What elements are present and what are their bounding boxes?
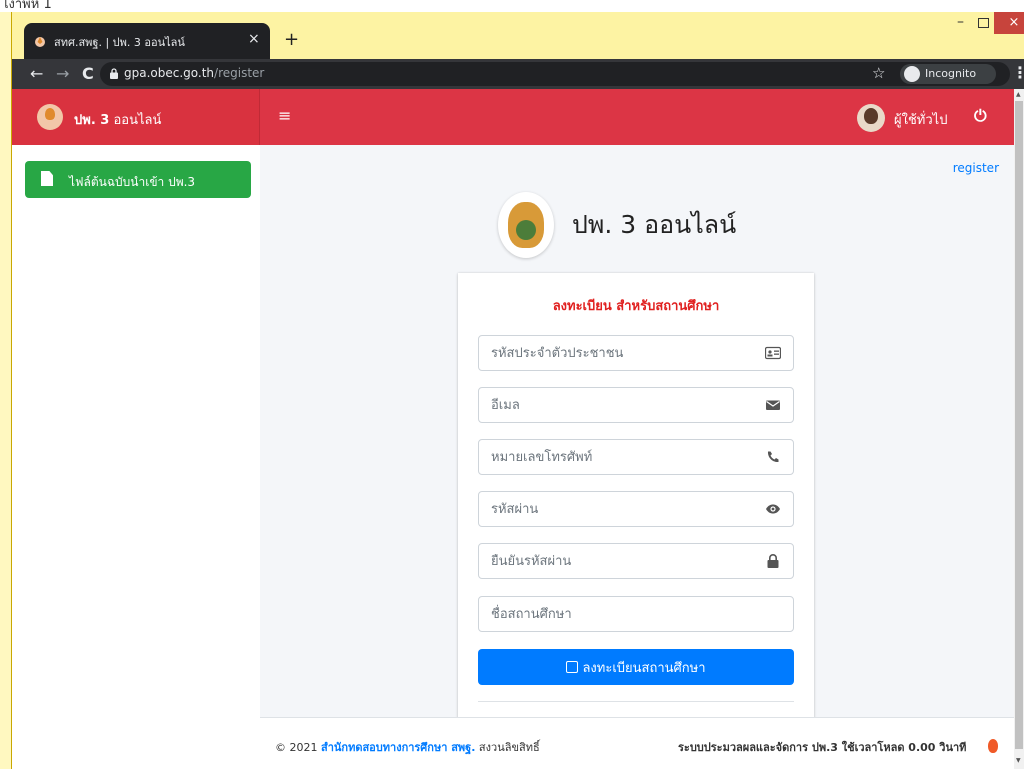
phone-input[interactable] — [479, 440, 749, 474]
app-header: ปพ. 3 ออนไลน์ ≡ ผู้ใช้ทั่วไป ⏻ — [12, 89, 1014, 145]
back-arrow-icon[interactable]: ← — [30, 64, 43, 83]
school-name-field — [478, 596, 794, 632]
save-icon — [566, 660, 579, 673]
brand-bold: ปพ. 3 — [74, 113, 110, 128]
scroll-down-icon[interactable]: ▼ — [1016, 757, 1021, 764]
lock-icon — [767, 554, 779, 568]
form-title: ลงทะเบียน สำหรับสถานศึกษา — [552, 299, 720, 314]
id-card-icon — [765, 346, 781, 360]
sidebar-item-label: ไฟล์ต้นฉบับนำเข้า ปพ.3 — [69, 175, 196, 189]
register-submit-label: ลงทะเบียนสถานศึกษา — [582, 660, 706, 676]
main-content: register ปพ. 3 ออนไลน์ ลงทะเบียน สำหรับส… — [260, 145, 1014, 769]
page-title: ปพ. 3 ออนไลน์ — [572, 210, 737, 239]
screen: ไงาพห 1 สทศ.สพฐ. | ปพ. 3 ออนไลน์ × + – ×… — [0, 0, 1024, 769]
envelope-icon — [766, 400, 780, 410]
page-top-strip: ไงาพห 1 — [0, 0, 1024, 12]
confirm-password-field — [478, 543, 794, 579]
logout-power-icon[interactable]: ⏻ — [974, 106, 987, 126]
reload-icon[interactable]: C — [82, 64, 94, 83]
incognito-icon — [904, 66, 920, 82]
breadcrumb[interactable]: register — [953, 161, 999, 175]
password-input[interactable] — [479, 492, 749, 526]
brand-logo-icon — [37, 104, 63, 130]
window-left-edge — [0, 12, 12, 769]
sidebar: ไฟล์ต้นฉบับนำเข้า ปพ.3 — [12, 145, 260, 769]
tab-title: สทศ.สพฐ. | ปพ. 3 ออนไลน์ — [54, 36, 185, 49]
scroll-up-icon[interactable]: ▲ — [1016, 91, 1021, 98]
email-field — [478, 387, 794, 423]
incognito-label: Incognito — [925, 67, 977, 80]
footer-load-time: ระบบประมวลผลและจัดการ ปพ.3 ใช้เวลาโหลด 0… — [678, 741, 967, 754]
brand-text: ปพ. 3 ออนไลน์ — [74, 109, 161, 130]
password-field — [478, 491, 794, 527]
file-icon — [41, 171, 53, 186]
incognito-badge[interactable]: Incognito — [900, 64, 996, 84]
phone-icon — [767, 451, 779, 463]
minimize-button[interactable]: – — [957, 14, 964, 30]
url-path: /register — [214, 66, 265, 80]
page-top-text: ไงาพห 1 — [2, 0, 52, 12]
lock-icon — [110, 68, 118, 79]
tab-close-icon[interactable]: × — [248, 31, 260, 47]
email-input[interactable] — [479, 388, 749, 422]
fire-icon[interactable] — [982, 736, 1004, 758]
browser-menu-icon[interactable]: ⋮ — [1012, 63, 1024, 82]
url-host: gpa.obec.go.th — [124, 66, 215, 80]
divider — [478, 701, 794, 702]
register-submit-button[interactable]: ลงทะเบียนสถานศึกษา — [478, 649, 794, 685]
user-name[interactable]: ผู้ใช้ทั่วไป — [894, 109, 947, 130]
bookmark-star-icon[interactable]: ☆ — [872, 64, 885, 82]
register-card: ลงทะเบียน สำหรับสถานศึกษา รหัสประจำตัวปร… — [458, 273, 814, 723]
forward-arrow-icon[interactable]: → — [56, 64, 69, 83]
site-favicon-icon — [35, 37, 45, 47]
footer-suffix: สงวนลิขสิทธิ์ — [475, 741, 540, 754]
school-name-input[interactable] — [479, 597, 749, 631]
footer-org-link[interactable]: สำนักทดสอบทางการศึกษา สพฐ. — [321, 741, 475, 754]
confirm-password-input[interactable] — [479, 544, 749, 578]
url-text: gpa.obec.go.th/register — [124, 66, 264, 80]
obec-logo-icon — [498, 192, 554, 258]
eye-icon[interactable] — [765, 501, 781, 517]
footer-copyright: © 2021 สำนักทดสอบทางการศึกษา สพฐ. สงวนลิ… — [275, 738, 540, 756]
avatar[interactable] — [857, 104, 885, 132]
browser-toolbar: ← → C gpa.obec.go.th/register ☆ Incognit… — [12, 59, 1024, 89]
maximize-button[interactable] — [978, 18, 989, 28]
scrollbar[interactable]: ▲ ▼ — [1014, 89, 1024, 769]
citizen-id-field — [478, 335, 794, 371]
footer-prefix: © 2021 — [275, 741, 321, 754]
brand-link[interactable]: ปพ. 3 ออนไลน์ — [12, 89, 260, 145]
close-window-button[interactable]: × — [994, 12, 1024, 34]
brand-rest: ออนไลน์ — [109, 113, 162, 128]
scroll-thumb[interactable] — [1015, 101, 1023, 749]
address-bar[interactable]: gpa.obec.go.th/register ☆ Incognito — [100, 62, 1010, 86]
seal-emblem — [516, 220, 536, 240]
browser-tab-bar: สทศ.สพฐ. | ปพ. 3 ออนไลน์ × + – × — [12, 12, 1024, 59]
phone-field — [478, 439, 794, 475]
browser-tab[interactable]: สทศ.สพฐ. | ปพ. 3 ออนไลน์ × — [24, 23, 270, 59]
menu-toggle-icon[interactable]: ≡ — [278, 106, 291, 125]
new-tab-button[interactable]: + — [284, 29, 299, 50]
sidebar-item-import-file[interactable]: ไฟล์ต้นฉบับนำเข้า ปพ.3 — [25, 161, 251, 198]
footer: © 2021 สำนักทดสอบทางการศึกษา สพฐ. สงวนลิ… — [260, 717, 1014, 769]
citizen-id-input[interactable] — [479, 336, 749, 370]
